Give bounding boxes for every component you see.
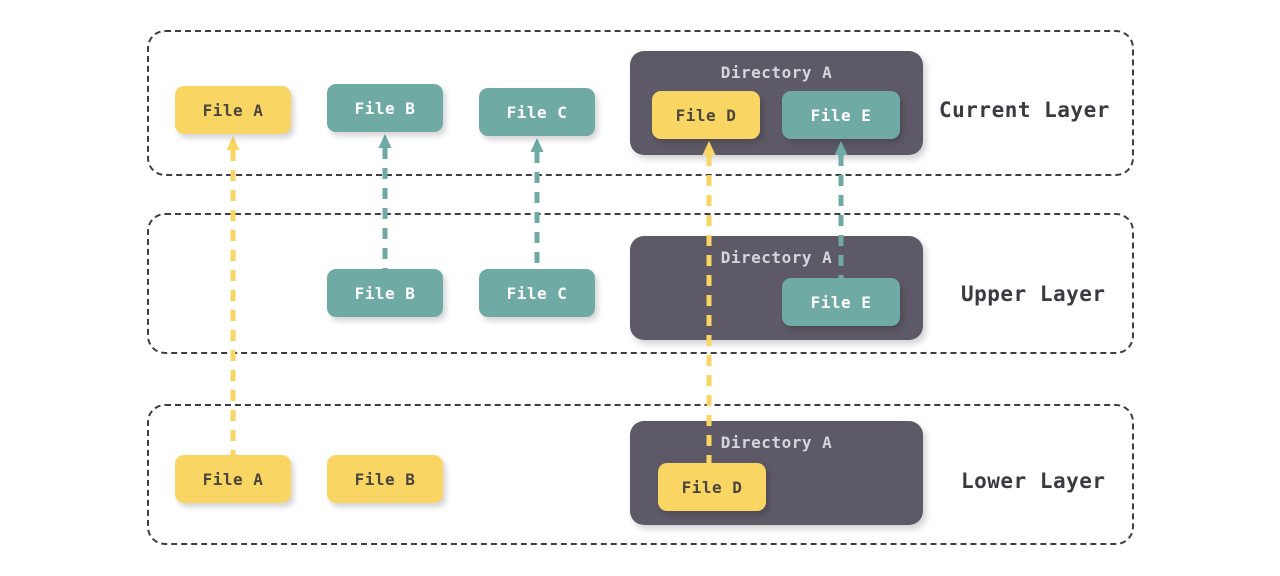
- connector-file-d-lower-to-current: [702, 141, 716, 463]
- arrow-head-icon: [834, 141, 848, 155]
- file-chip[interactable]: File A: [175, 86, 291, 134]
- file-chip[interactable]: File B: [327, 84, 443, 132]
- connector-file-e-upper-to-current: [834, 141, 848, 278]
- file-chip[interactable]: File A: [175, 455, 291, 503]
- diagram-canvas: Current Layer File A File B File C Directory…: [0, 0, 1280, 576]
- arrow-head-icon: [702, 141, 716, 155]
- connector-file-c-upper-to-current: [530, 138, 544, 269]
- connector-file-b-upper-to-current: [378, 134, 392, 269]
- file-chip[interactable]: File C: [479, 269, 595, 317]
- arrow-head-icon: [226, 136, 240, 150]
- arrow-head-icon: [530, 138, 544, 152]
- file-chip[interactable]: File C: [479, 88, 595, 136]
- arrow-head-icon: [378, 134, 392, 148]
- file-chip[interactable]: File B: [327, 455, 443, 503]
- file-chip[interactable]: File B: [327, 269, 443, 317]
- connector-file-a-lower-to-current: [226, 136, 240, 455]
